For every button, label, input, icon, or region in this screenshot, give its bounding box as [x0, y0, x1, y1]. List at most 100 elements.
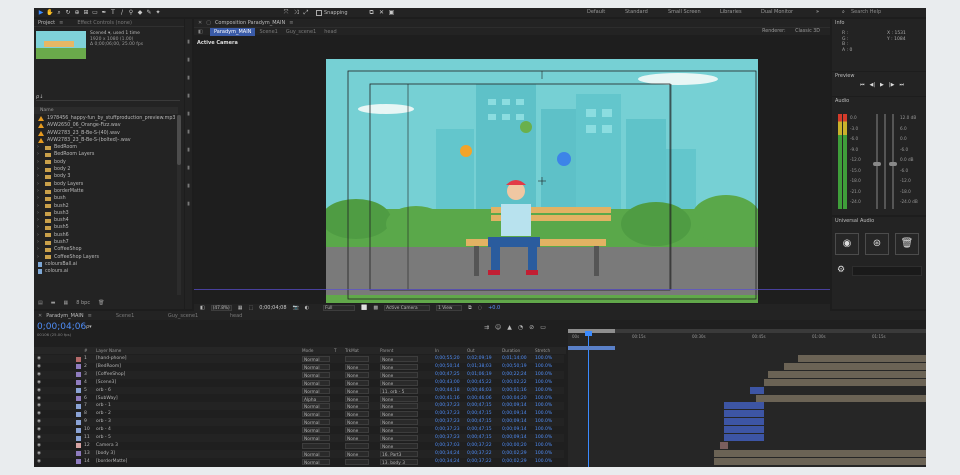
duration-value[interactable]: 0;00;02;22 — [502, 379, 527, 387]
visibility-icon[interactable]: ◉ — [37, 363, 41, 371]
parent-dropdown[interactable]: None — [380, 363, 418, 371]
clone-stamp-tool-icon[interactable]: ⚲ — [127, 9, 135, 16]
label-color-swatch[interactable] — [76, 396, 81, 401]
pen-tool-icon[interactable]: ✒ — [100, 9, 108, 16]
trkmat-dropdown[interactable]: None — [345, 435, 369, 442]
expand-icon[interactable]: › — [37, 144, 41, 151]
timeline-layer-row[interactable]: ◉ 5 orb - 6 Normal None 11. orb - 5 0;00;44;18… — [34, 386, 564, 395]
world-axis-icon[interactable]: ⤨ — [292, 9, 300, 16]
project-item[interactable]: › bush7 — [34, 239, 176, 246]
out-point[interactable]: 0;00;47;15 — [467, 426, 492, 434]
stretch-value[interactable]: 100.0% — [535, 355, 552, 363]
audio-link-button[interactable]: ⊛ — [865, 233, 889, 255]
label-color-swatch[interactable] — [76, 451, 81, 457]
visibility-icon[interactable]: ◉ — [37, 355, 41, 363]
label-color-swatch[interactable] — [76, 459, 81, 465]
project-item[interactable]: colours.ai — [34, 268, 176, 275]
project-item[interactable]: AVW2783_23_B-Be-S-(40).wav — [34, 130, 176, 137]
project-item[interactable]: › body 2 — [34, 166, 176, 173]
expand-icon[interactable]: › — [37, 217, 41, 224]
workspace-dual-monitor[interactable]: Dual Monitor — [761, 8, 793, 17]
composition-tab[interactable]: Composition Paradym_MAIN — [211, 19, 289, 27]
visibility-icon[interactable]: ◉ — [37, 442, 41, 450]
label-color-swatch[interactable] — [76, 443, 81, 449]
timeline-layer-row[interactable]: ◉ 11 orb - 5 Normal None None 0;00;37;23 0;00;4… — [34, 434, 564, 442]
layer-duration-bar[interactable] — [724, 402, 764, 410]
puppet-tool-icon[interactable]: ✦ — [154, 9, 162, 16]
parent-dropdown[interactable]: 11. orb - 5 — [380, 387, 418, 395]
duration-value[interactable]: 0;00;09;14 — [502, 418, 527, 426]
expand-icon[interactable]: › — [37, 224, 41, 231]
project-item[interactable]: › bush6 — [34, 232, 176, 239]
parent-dropdown[interactable]: None — [380, 411, 418, 418]
snapping-checkbox[interactable] — [316, 9, 322, 16]
expand-icon[interactable]: › — [37, 239, 41, 246]
timeline-layer-row[interactable]: ◉ 12 Camera 3 None 0;00;37;03 0;00;37;22 0;00;… — [34, 441, 564, 450]
search-help-input[interactable]: Search Help — [851, 8, 881, 17]
expand-icon[interactable]: › — [37, 203, 41, 210]
duration-value[interactable]: 0;01;14;00 — [502, 355, 527, 363]
project-item[interactable]: › bush2 — [34, 203, 176, 210]
mode-dropdown[interactable]: Normal — [302, 403, 330, 410]
out-point[interactable]: 0;00;37;22 — [467, 442, 492, 450]
in-point[interactable]: 0;00;41;16 — [435, 395, 460, 403]
rectangle-tool-icon[interactable]: ▭ — [91, 9, 99, 16]
stretch-value[interactable]: 100.0% — [535, 379, 552, 387]
breadcrumb-scene1[interactable]: Scene1 — [255, 28, 281, 36]
timeline-timecode[interactable]: 0;00;04;06 — [37, 322, 86, 332]
composition-viewer[interactable] — [326, 59, 758, 303]
label-color-swatch[interactable] — [76, 380, 81, 386]
mode-dropdown[interactable]: Normal — [302, 450, 330, 458]
snap-edges-icon[interactable]: ✕ — [378, 9, 386, 16]
parent-dropdown[interactable]: None — [380, 379, 418, 387]
panel-menu-icon[interactable]: ≡ — [59, 20, 63, 26]
trkmat-dropdown[interactable]: None — [345, 371, 369, 379]
timeline-layer-row[interactable]: ◉ 2 [BedRoom] Normal None None 0;00;50;14 0;01;… — [34, 362, 564, 371]
strip-icon-5[interactable]: ▮ — [187, 111, 190, 117]
parent-dropdown[interactable]: None — [380, 435, 418, 442]
stretch-value[interactable]: 100.0% — [535, 371, 552, 379]
expand-icon[interactable]: › — [37, 195, 41, 202]
zoom-tool-icon[interactable]: ⌕ — [55, 9, 63, 16]
duration-value[interactable]: 0;00;09;14 — [502, 426, 527, 434]
out-point[interactable]: 0;00;46;06 — [467, 395, 492, 403]
project-item[interactable]: › borderMatte — [34, 188, 176, 195]
layer-duration-bar[interactable] — [764, 378, 926, 386]
in-point[interactable]: 0;00;37;03 — [435, 442, 460, 450]
layer-duration-bar[interactable] — [720, 441, 728, 449]
trkmat-dropdown[interactable] — [345, 442, 369, 449]
motion-blur-icon[interactable]: ◔ — [518, 324, 523, 331]
in-point[interactable]: 0;00;34;24 — [435, 450, 460, 458]
duration-value[interactable]: 0;00;04;20 — [502, 395, 527, 403]
layer-duration-bar[interactable] — [724, 410, 764, 418]
bpc-label[interactable]: 8 bpc — [76, 300, 90, 306]
stretch-value[interactable]: 100.0% — [535, 363, 552, 371]
comp-panel-menu-icon[interactable]: ≡ — [289, 20, 293, 26]
camera-tool-icon[interactable]: ⊕ — [73, 9, 81, 16]
parent-dropdown[interactable]: None — [380, 442, 418, 450]
project-item[interactable]: AVW2783_23_B-Be-S-(bolted)-.wav — [34, 137, 176, 144]
project-item[interactable]: › CoffeeShop — [34, 246, 176, 253]
visibility-icon[interactable]: ◉ — [37, 379, 41, 387]
trkmat-dropdown[interactable]: None — [345, 363, 369, 371]
layer-duration-bar[interactable] — [714, 457, 926, 465]
stretch-value[interactable]: 100.0% — [535, 434, 552, 442]
parent-dropdown[interactable]: 16. Part3 — [380, 450, 418, 458]
in-point[interactable]: 0;00;43;00 — [435, 379, 460, 387]
strip-icon-7[interactable]: ▮ — [187, 147, 190, 153]
timeline-layer-row[interactable]: ◉ 1 [hand-phone] Normal None 0;00;55;20 0;02;0… — [34, 355, 564, 363]
layer-duration-bar[interactable] — [798, 355, 926, 362]
trkmat-dropdown[interactable]: None — [345, 403, 369, 410]
search-icon[interactable]: ⌕ — [842, 8, 845, 17]
audio-settings-icon[interactable]: ⚙ — [837, 265, 845, 275]
prev-frame-icon[interactable]: ◀| — [870, 82, 876, 88]
hand-tool-icon[interactable]: ✋ — [46, 9, 54, 16]
timeline-layer-row[interactable]: ◉ 14 [borderMatte] Normal 13. body 3 0;00;34;… — [34, 457, 564, 466]
visibility-icon[interactable]: ◉ — [37, 387, 41, 395]
duration-value[interactable]: 0;00;02;29 — [502, 458, 527, 466]
out-point[interactable]: 0;00;47;15 — [467, 410, 492, 418]
project-search-input[interactable]: ρ↓ — [36, 94, 180, 101]
stretch-value[interactable]: 100.0% — [535, 395, 552, 403]
project-item[interactable]: › bush5 — [34, 224, 176, 231]
parent-dropdown[interactable]: None — [380, 419, 418, 426]
